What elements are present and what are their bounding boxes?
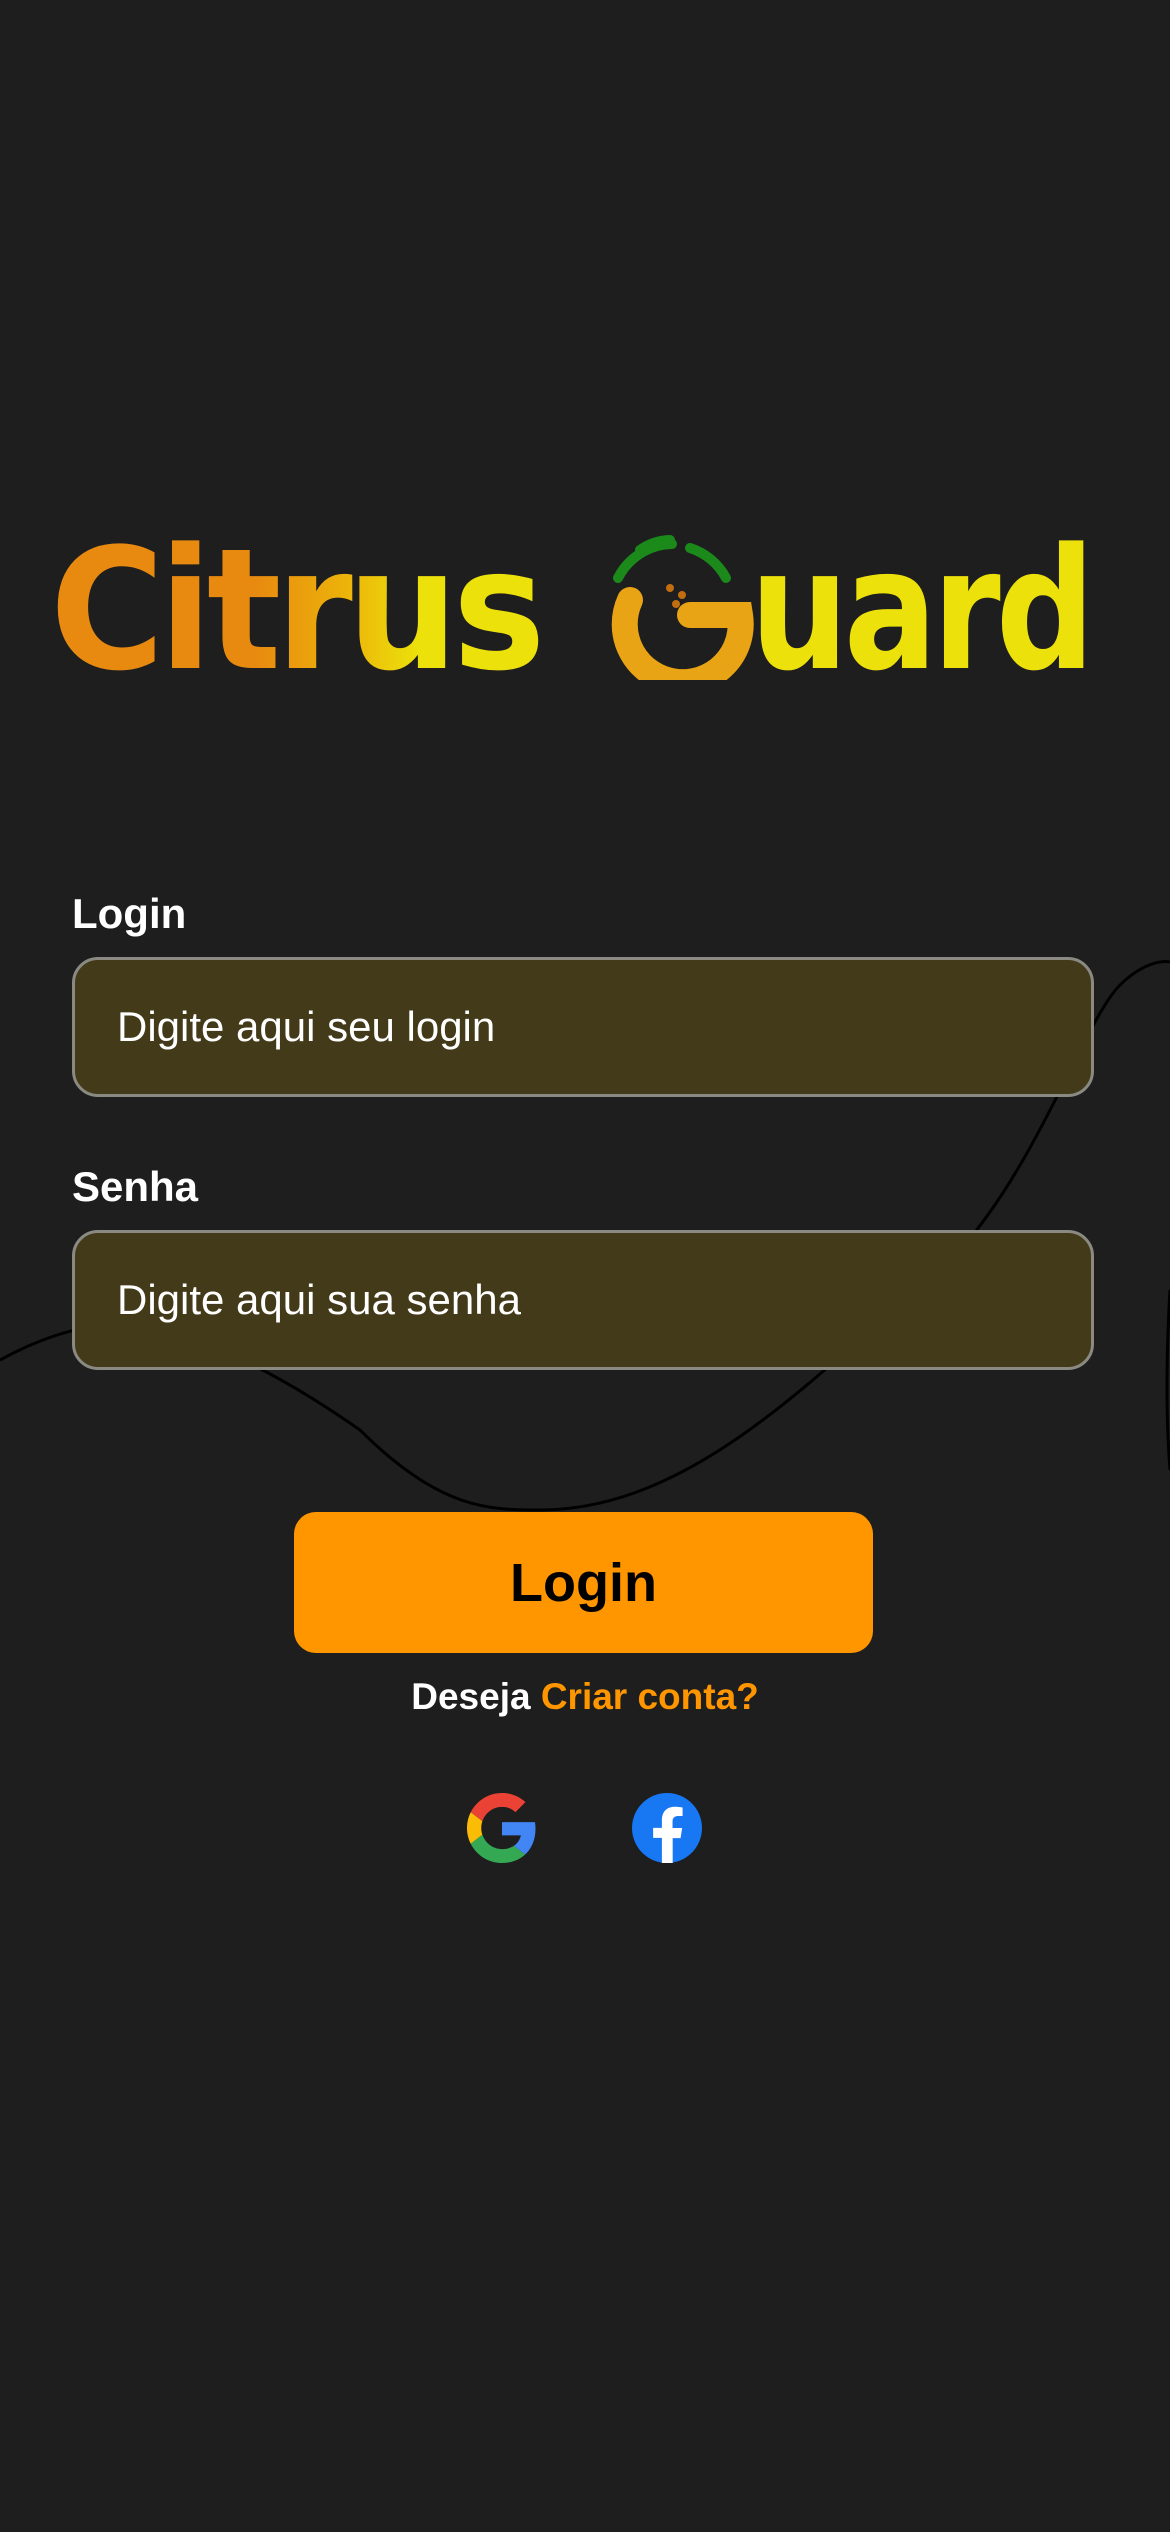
- login-button[interactable]: Login: [294, 1512, 873, 1653]
- facebook-icon[interactable]: [632, 1793, 702, 1863]
- login-label: Login: [72, 890, 187, 937]
- login-field-container: [72, 957, 1094, 1097]
- password-input[interactable]: [115, 1232, 1091, 1368]
- logo-g-mark: [611, 535, 754, 680]
- signup-prompt: Deseja Criar conta?: [0, 1676, 1170, 1718]
- create-account-link[interactable]: Criar conta?: [541, 1676, 759, 1717]
- password-label: Senha: [72, 1163, 199, 1210]
- logo-text-uard: uard: [750, 520, 1090, 680]
- signup-prefix: Deseja: [411, 1676, 531, 1717]
- login-input[interactable]: [115, 959, 1091, 1095]
- citrusguard-logo: Citrus uard: [50, 520, 1090, 680]
- logo-text-citrus: Citrus: [50, 520, 540, 680]
- password-field-container: [72, 1230, 1094, 1370]
- google-icon[interactable]: [467, 1793, 537, 1863]
